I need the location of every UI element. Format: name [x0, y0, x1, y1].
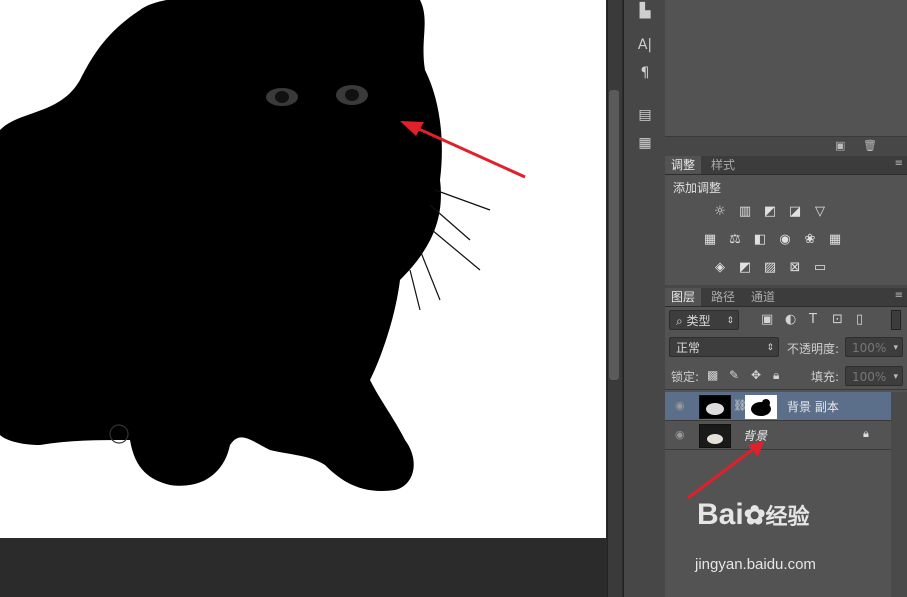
fill-label: 填充:: [811, 370, 840, 384]
chevron-down-icon: ▾: [893, 343, 898, 353]
hue-saturation-icon[interactable]: ▦: [701, 231, 719, 247]
lock-transparent-icon[interactable]: ▩: [707, 368, 718, 382]
document-canvas-area[interactable]: [0, 0, 608, 597]
threshold-icon[interactable]: ▨: [761, 259, 779, 275]
brightness-icon[interactable]: ☼: [711, 203, 729, 219]
tab-paths[interactable]: 路径: [705, 288, 741, 306]
posterize-icon[interactable]: ◩: [736, 259, 754, 275]
layers-menu-icon[interactable]: ≡: [895, 290, 903, 301]
tab-layers[interactable]: 图层: [665, 288, 702, 306]
baidu-jingyan-watermark: Bai✿经验 jingyan.baidu.com: [693, 498, 863, 578]
tab-styles[interactable]: 样式: [705, 156, 741, 174]
chevron-updown-icon: ⇕: [766, 343, 774, 353]
fill-input[interactable]: 100% ▾: [845, 366, 903, 386]
vibrance-icon[interactable]: ▽: [811, 203, 829, 219]
smart-object-filter-icon[interactable]: ▯: [856, 312, 863, 327]
chevron-updown-icon: ⇕: [726, 316, 734, 326]
color-lookup-icon[interactable]: ▦: [826, 231, 844, 247]
adjustment-filter-icon[interactable]: ◐: [785, 312, 796, 327]
opacity-input[interactable]: 100% ▾: [845, 337, 903, 357]
trash-icon[interactable]: 🗑: [863, 139, 877, 152]
divider: [665, 389, 907, 390]
layers-scrollbar[interactable]: [891, 392, 907, 597]
red-arrow-annotation: [400, 121, 526, 179]
blend-mode-select[interactable]: 正常 ⇕: [669, 337, 779, 357]
watermark-url: jingyan.baidu.com: [695, 556, 816, 573]
tab-adjustments[interactable]: 调整: [665, 156, 702, 174]
opacity-label: 不透明度:: [787, 342, 840, 356]
layer-lock-icon: 🔒︎: [863, 427, 869, 440]
scrollbar-thumb[interactable]: [609, 90, 619, 380]
exposure-icon[interactable]: ◪: [786, 203, 804, 219]
adjustments-body: 添加调整 ☼ ▥ ◩ ◪ ▽ ▦ ⚖ ◧ ◉ ❀ ▦ ◈ ◩ ▨ ⊠ ▭: [665, 175, 907, 285]
layer-name[interactable]: 背景 副本: [787, 398, 839, 415]
pixel-filter-icon[interactable]: ▣: [761, 312, 773, 327]
red-arrow-annotation-layers: [687, 441, 764, 500]
new-item-icon[interactable]: ▣: [835, 139, 845, 152]
panel-tool-strip: ▙ A| ¶ ▤ ▦: [623, 0, 667, 597]
gradient-map-icon[interactable]: ▭: [811, 259, 829, 275]
lock-label: 锁定:: [671, 370, 700, 384]
tool-preset-icon[interactable]: ▙: [633, 0, 657, 22]
filter-toggle[interactable]: [891, 310, 901, 330]
lock-brush-icon[interactable]: ✎: [729, 368, 739, 382]
layers-tabbar: 图层 路径 通道 ≡: [665, 288, 907, 307]
invert-icon[interactable]: ◈: [711, 259, 729, 275]
channel-mixer-icon[interactable]: ❀: [801, 231, 819, 247]
paw-icon: ✿: [743, 500, 766, 530]
tab-channels[interactable]: 通道: [745, 288, 781, 306]
panel-menu-icon[interactable]: ≡: [895, 158, 903, 169]
notes-icon[interactable]: ▦: [633, 132, 657, 154]
photo-filter-icon[interactable]: ◉: [776, 231, 794, 247]
character-icon[interactable]: A|: [633, 34, 657, 56]
lock-all-icon[interactable]: 🔒︎: [773, 368, 779, 383]
search-icon: ⌕: [676, 314, 687, 328]
black-white-icon[interactable]: ◧: [751, 231, 769, 247]
layer-thumbnail: [699, 395, 731, 419]
layer-row-background-copy[interactable]: ◉ ⛓ 背景 副本: [665, 392, 891, 421]
visibility-eye-icon[interactable]: ◉: [675, 399, 685, 412]
levels-icon[interactable]: ▥: [736, 203, 754, 219]
add-adjustment-title: 添加调整: [673, 181, 722, 195]
selective-color-icon[interactable]: ⊠: [786, 259, 804, 275]
top-panel-body: [665, 0, 907, 136]
chevron-down-icon: ▾: [893, 372, 898, 382]
type-filter-icon[interactable]: T: [809, 312, 817, 327]
layer-mask-thumbnail[interactable]: [745, 395, 777, 419]
color-balance-icon[interactable]: ⚖: [726, 231, 744, 247]
adjustments-tabbar: 调整 样式 ≡: [665, 156, 907, 175]
watermark-brand: Bai✿经验: [697, 498, 810, 531]
paragraph-icon[interactable]: ¶: [633, 62, 657, 84]
shape-filter-icon[interactable]: ⊡: [832, 312, 843, 327]
paragraph-styles-icon[interactable]: ▤: [633, 104, 657, 126]
curves-icon[interactable]: ◩: [761, 203, 779, 219]
document-canvas[interactable]: [0, 0, 606, 538]
filter-kind-select[interactable]: ⌕ 类型 ⇕: [669, 310, 739, 330]
lock-move-icon[interactable]: ✥: [751, 368, 761, 382]
top-panel-footer: ▣ 🗑: [665, 136, 907, 155]
